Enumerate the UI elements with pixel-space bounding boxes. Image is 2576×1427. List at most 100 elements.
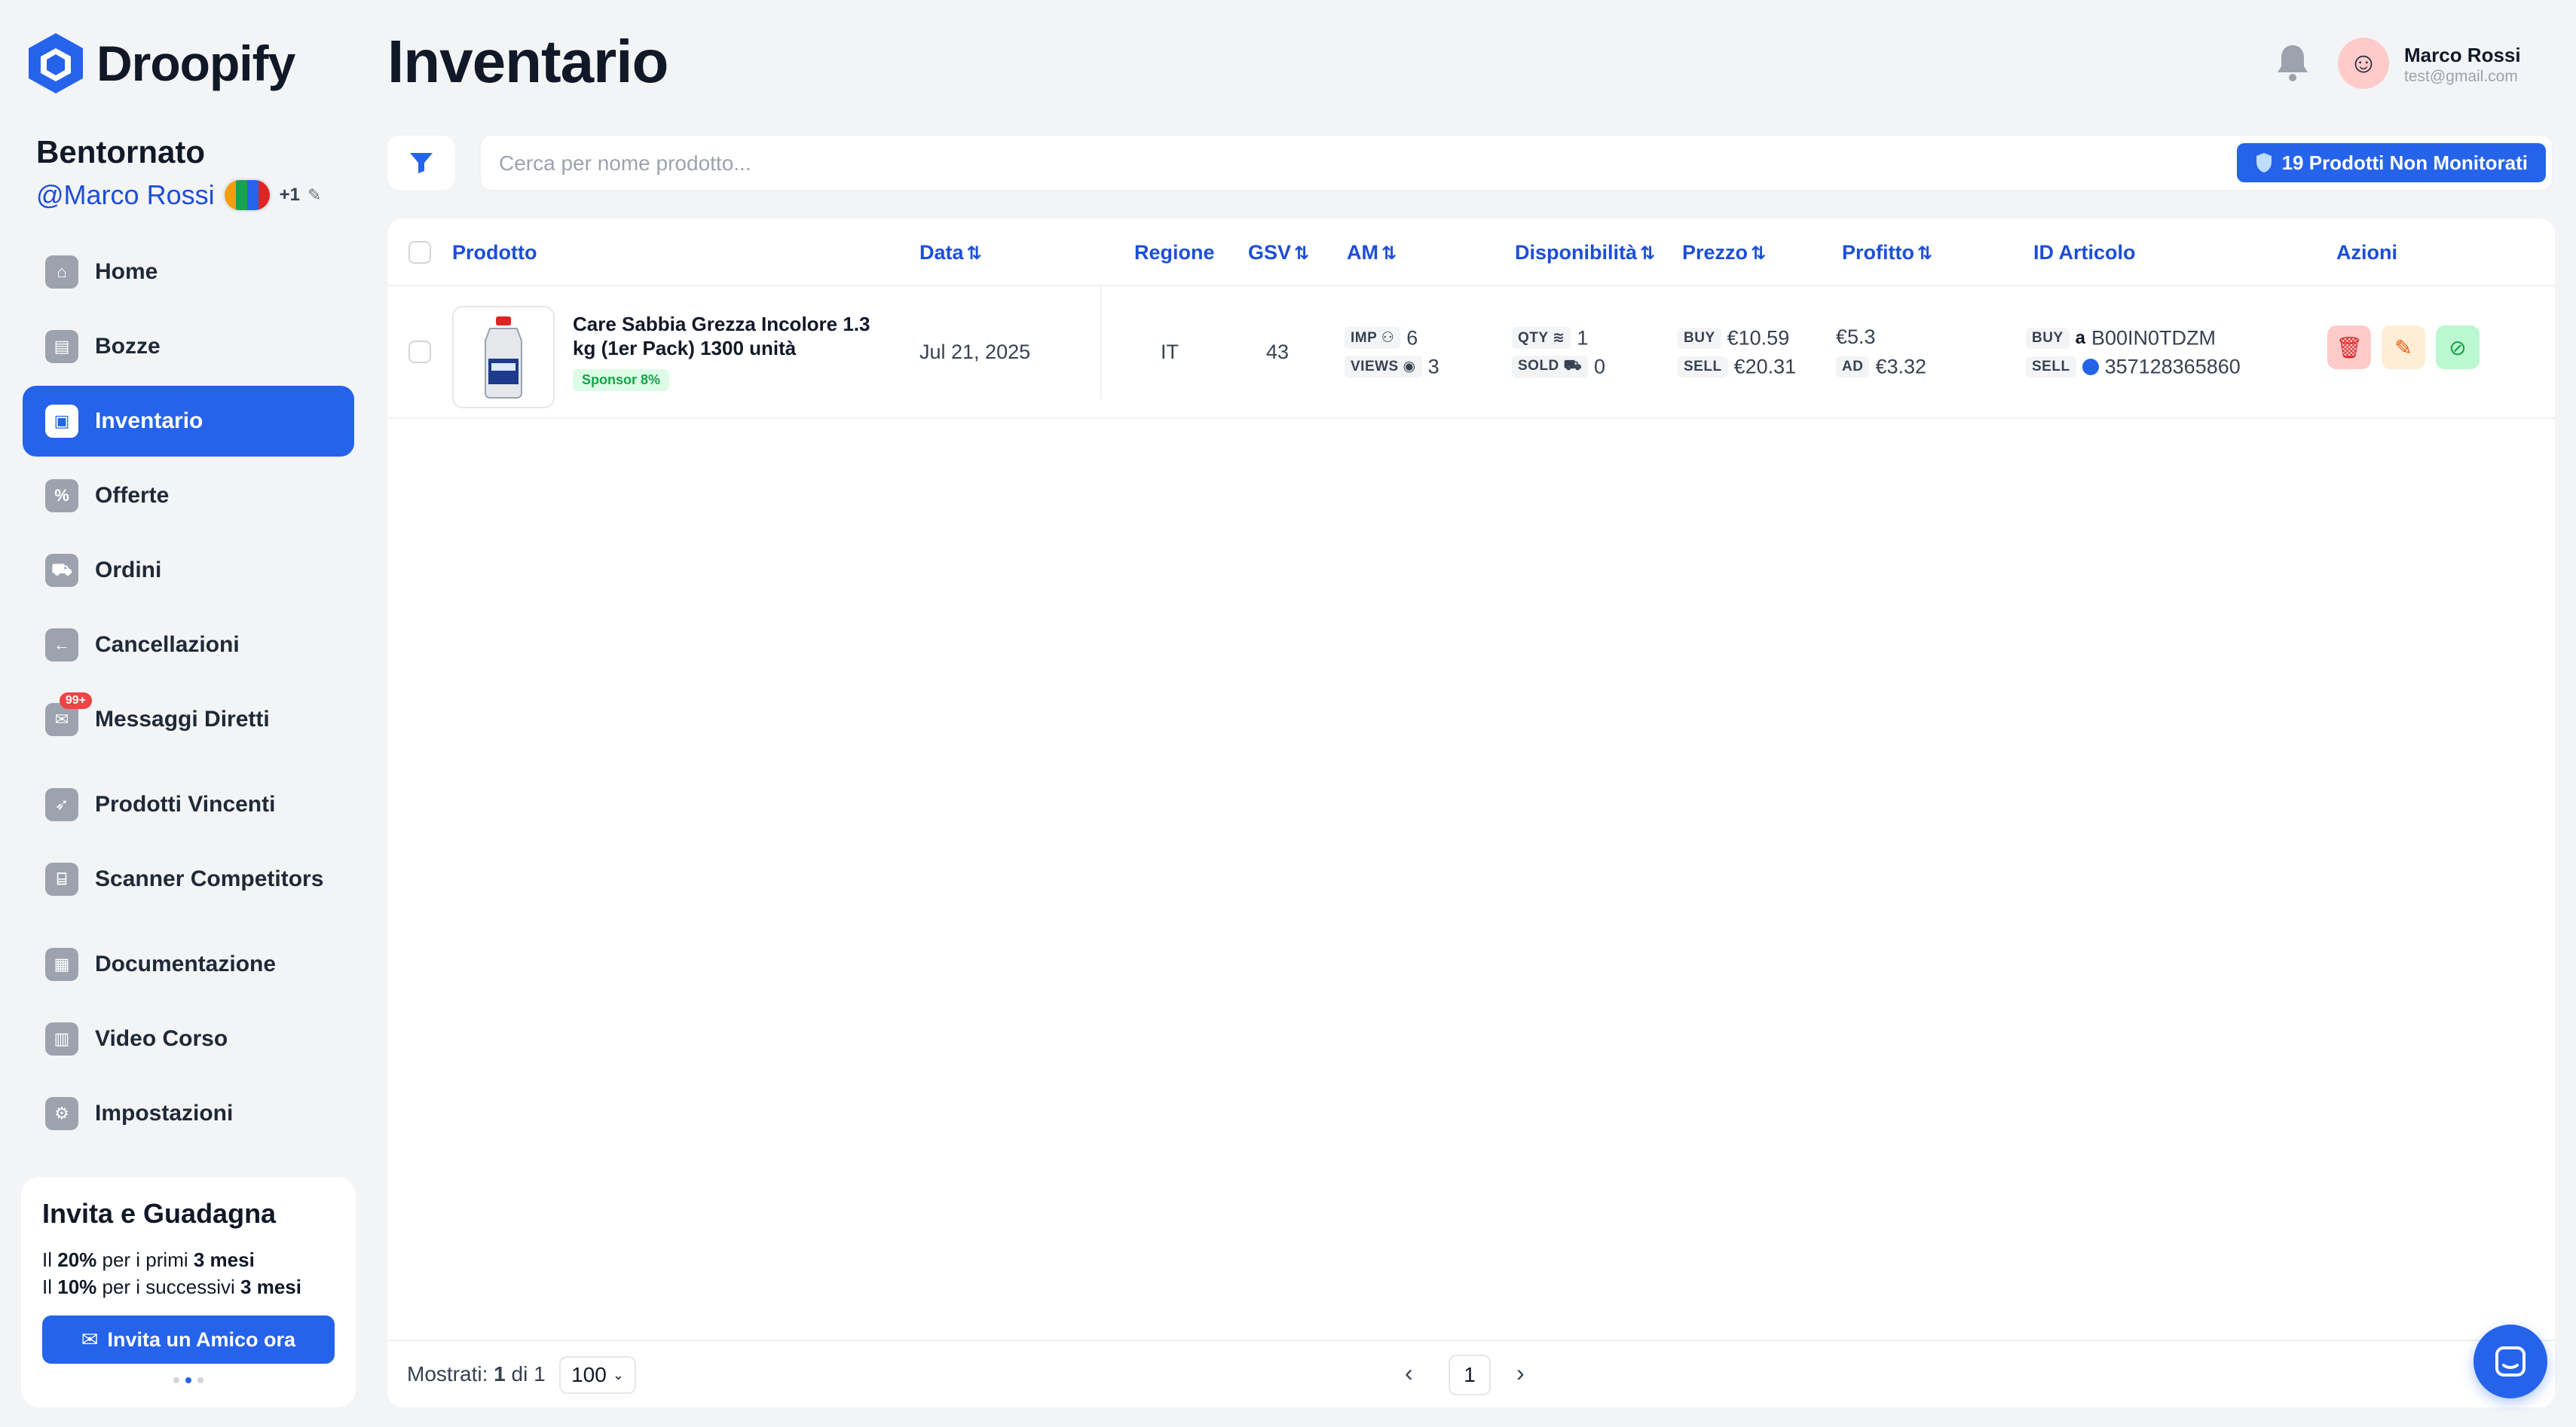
- cancel-arrow-icon: ←: [45, 628, 78, 662]
- col-gsv[interactable]: GSV ⇅: [1248, 241, 1309, 264]
- col-prodotto[interactable]: Prodotto: [452, 241, 537, 264]
- row-checkbox[interactable]: [408, 341, 431, 363]
- sidebar-item-offerte[interactable]: % Offerte: [23, 460, 354, 531]
- app-name: Droopify: [96, 35, 295, 91]
- sidebar-item-scanner[interactable]: ⌸ Scanner Competitors: [23, 844, 354, 915]
- col-prezzo[interactable]: Prezzo ⇅: [1682, 241, 1766, 264]
- column-divider: [1100, 286, 1102, 399]
- sort-icon: ⇅: [1751, 243, 1767, 264]
- sidebar-item-label: Impostazioni: [95, 1101, 234, 1126]
- unread-badge: 99+: [59, 692, 92, 709]
- stock-sold: SOLD ⛟ 0: [1512, 354, 1605, 378]
- message-icon: ✉ 99+: [45, 692, 92, 736]
- rocket-icon: ➶: [45, 788, 78, 821]
- user-handle[interactable]: @Marco Rossi: [36, 179, 215, 211]
- profit-value: €5.3: [1836, 325, 1876, 348]
- col-regione[interactable]: Regione: [1134, 241, 1215, 264]
- edit-pencil-icon[interactable]: ✎: [307, 185, 321, 205]
- sidebar-item-cancellazioni[interactable]: ← Cancellazioni: [23, 610, 354, 680]
- delete-button[interactable]: 🗑: [2327, 325, 2371, 369]
- page-title: Inventario: [387, 28, 668, 95]
- filter-button[interactable]: [387, 136, 455, 190]
- sidebar-item-prodotti-vincenti[interactable]: ➶ Prodotti Vincenti: [23, 769, 354, 840]
- document-icon: ▦: [45, 948, 78, 981]
- carousel-dots[interactable]: [42, 1377, 335, 1383]
- table-header: Prodotto Data ⇅ Regione GSV ⇅ AM ⇅ Disponib…: [387, 218, 2555, 286]
- col-id-articolo[interactable]: ID Articolo: [2033, 241, 2136, 264]
- sidebar-item-home[interactable]: ⌂ Home: [23, 237, 354, 307]
- offers-icon: %: [45, 479, 78, 512]
- price-sell: SELL €20.31: [1678, 354, 1796, 378]
- sidebar-item-ordini[interactable]: ⛟ Ordini: [23, 535, 354, 606]
- filter-funnel-icon: [410, 153, 433, 173]
- per-page-select[interactable]: 100 ⌄: [559, 1356, 636, 1394]
- col-profitto[interactable]: Profitto ⇅: [1842, 241, 1932, 264]
- product-name[interactable]: Care Sabbia Grezza Incolore 1.3 kg (1er …: [573, 312, 889, 360]
- sidebar-item-documentazione[interactable]: ▦ Documentazione: [23, 929, 354, 1000]
- unmonitored-products-button[interactable]: 19 Prodotti Non Monitorati: [2236, 143, 2546, 182]
- select-all-checkbox[interactable]: [408, 241, 431, 264]
- user-avatar[interactable]: ☺: [2338, 38, 2389, 89]
- am-impressions: IMP ⚇ 6: [1345, 325, 1418, 350]
- eye-icon: ◉: [1403, 359, 1416, 375]
- chevron-down-icon: ⌄: [612, 1367, 624, 1383]
- trash-icon: 🗑: [2336, 335, 2363, 359]
- sidebar-item-label: Inventario: [95, 408, 203, 433]
- sidebar-item-label: Scanner Competitors: [95, 866, 324, 891]
- invite-card: Invita e Guadagna Il 20% per i primi 3 m…: [21, 1177, 356, 1407]
- col-disponibilita[interactable]: Disponibilità ⇅: [1515, 241, 1655, 264]
- sidebar: Droopify Bentornato @Marco Rossi +1 ✎ ⌂ …: [0, 0, 368, 1427]
- next-page-chevron-icon[interactable]: ›: [1516, 1359, 1525, 1387]
- prev-page-chevron-icon[interactable]: ‹: [1405, 1359, 1413, 1387]
- sidebar-item-bozze[interactable]: ▤ Bozze: [23, 311, 354, 382]
- stock-qty: QTY ≋ 1: [1512, 325, 1588, 350]
- leaf-icon: ⊘: [2449, 335, 2467, 359]
- sort-icon: ⇅: [966, 243, 982, 264]
- sidebar-item-label: Prodotti Vincenti: [95, 792, 276, 817]
- sidebar-item-video-corso[interactable]: ▥ Video Corso: [23, 1004, 354, 1074]
- product-image[interactable]: [452, 306, 555, 408]
- edit-button[interactable]: ✎: [2382, 325, 2425, 369]
- sidebar-item-messaggi[interactable]: ✉ 99+ Messaggi Diretti: [23, 684, 354, 755]
- invite-title: Invita e Guadagna: [42, 1198, 277, 1229]
- welcome-text: Bentornato: [36, 134, 205, 170]
- table-row[interactable]: Care Sabbia Grezza Incolore 1.3 kg (1er …: [387, 286, 2555, 419]
- book-icon: ▥: [45, 1022, 78, 1056]
- sidebar-item-label: Offerte: [95, 483, 170, 508]
- sidebar-item-inventario[interactable]: ▣ Inventario: [23, 386, 354, 457]
- row-date: Jul 21, 2025: [919, 341, 1031, 363]
- table-footer: Mostrati: 1 di 1 100 ⌄ ‹ 1 ›: [387, 1340, 2555, 1407]
- sidebar-item-label: Ordini: [95, 558, 162, 582]
- sidebar-item-label: Documentazione: [95, 952, 277, 976]
- user-name: Marco Rossi: [2404, 44, 2521, 66]
- article-id-sell: SELL 357128365860: [2026, 354, 2241, 378]
- invite-line-1: Il 20% per i primi 3 mesi: [42, 1248, 255, 1271]
- sidebar-item-impostazioni[interactable]: ⚙ Impostazioni: [23, 1078, 354, 1149]
- sort-icon: ⇅: [1640, 243, 1656, 264]
- support-chat-button[interactable]: [2474, 1325, 2547, 1398]
- col-data[interactable]: Data ⇅: [919, 241, 982, 264]
- drafts-icon: ▤: [45, 330, 78, 363]
- user-email: test@gmail.com: [2404, 68, 2518, 85]
- profit-ad: AD €3.32: [1836, 354, 1926, 378]
- article-id-buy: BUY a B00IN0TDZM: [2026, 325, 2216, 350]
- page-number-button[interactable]: 1: [1449, 1355, 1491, 1395]
- notification-bell-icon[interactable]: [2276, 42, 2309, 83]
- col-azioni: Azioni: [2336, 241, 2397, 264]
- am-views: VIEWS ◉ 3: [1345, 354, 1439, 378]
- sort-icon: ⇅: [1917, 243, 1933, 264]
- product-bottle-image: [485, 316, 522, 399]
- sort-icon: ⇅: [1294, 243, 1310, 264]
- col-am[interactable]: AM ⇅: [1347, 241, 1397, 264]
- shield-icon: [2256, 153, 2272, 173]
- search-input[interactable]: [499, 149, 2232, 178]
- inventory-table: Prodotto Data ⇅ Regione GSV ⇅ AM ⇅ Disponib…: [387, 218, 2555, 1407]
- invite-friend-button[interactable]: ✉ Invita un Amico ora: [42, 1315, 335, 1364]
- sponsor-badge: Sponsor 8%: [573, 369, 670, 391]
- monitor-toggle-button[interactable]: ⊘: [2436, 325, 2480, 369]
- marketplace-flags[interactable]: [222, 178, 272, 212]
- sidebar-item-label: Bozze: [95, 334, 161, 359]
- pencil-icon: ✎: [2394, 335, 2412, 359]
- user-handle-row: @Marco Rossi +1 ✎: [36, 178, 321, 212]
- app-logo[interactable]: Droopify: [27, 32, 295, 95]
